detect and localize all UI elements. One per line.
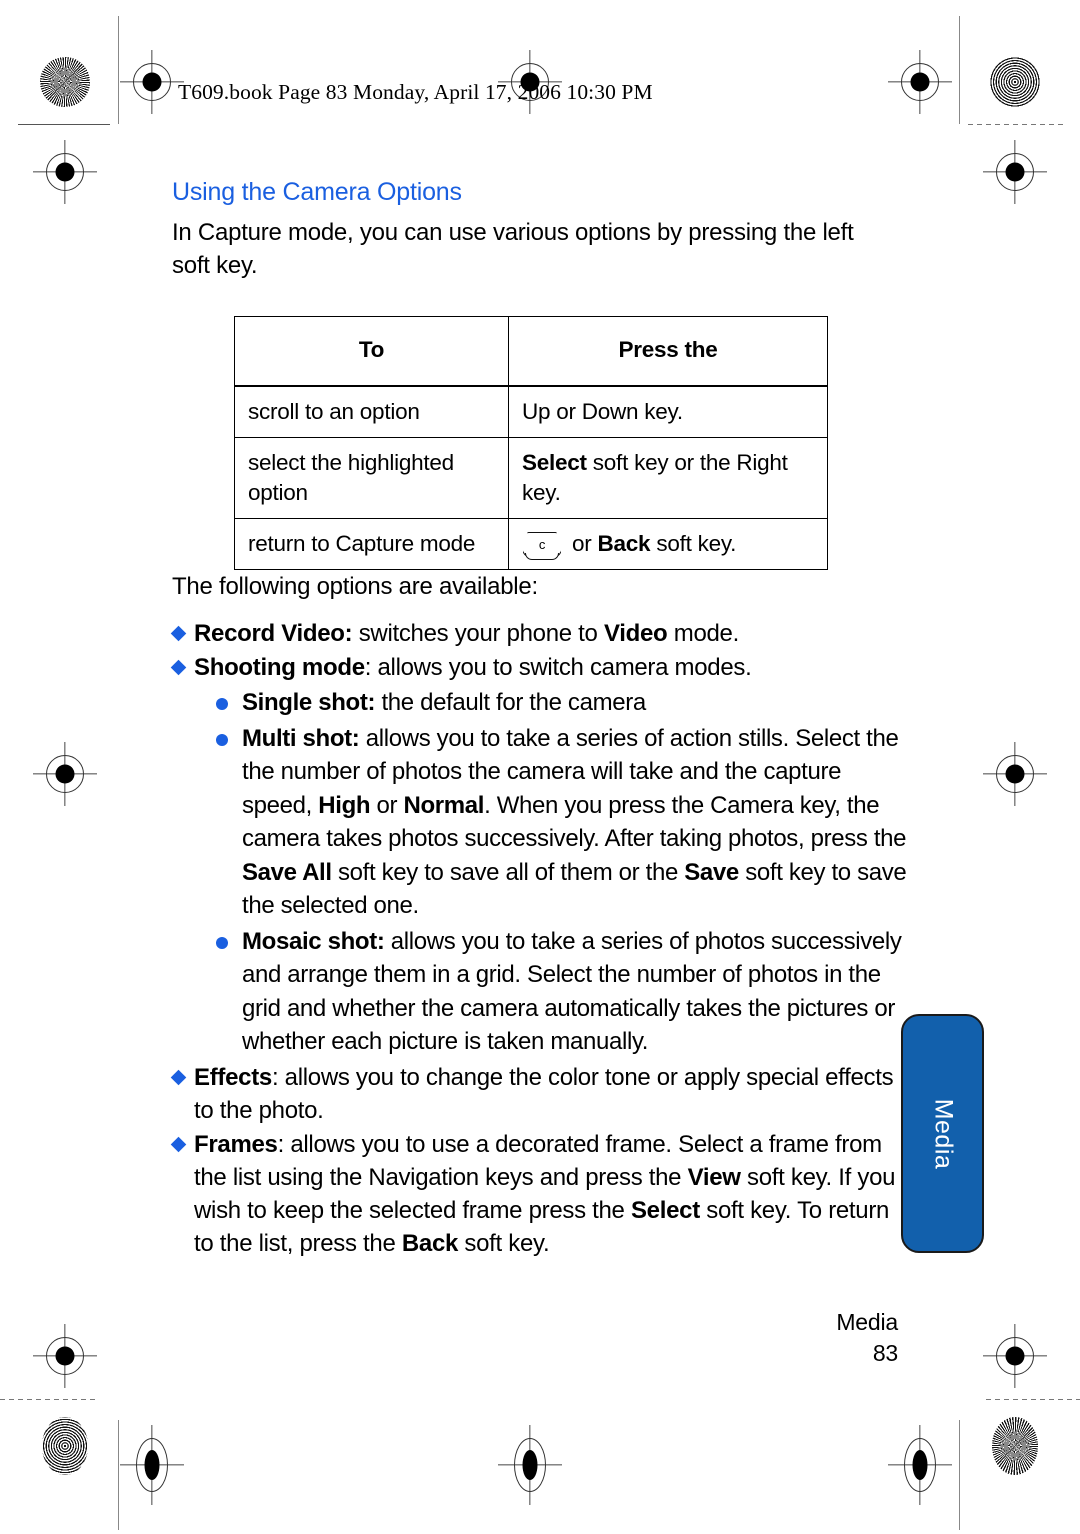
table-row: scroll to an option Up or Down key. [234,385,828,438]
registration-rosette-bottom-right [992,1417,1038,1475]
footer-chapter-name: Media [836,1309,898,1335]
crop-guide-right-vertical [959,16,960,124]
suboption-label: Mosaic shot: [242,927,385,955]
suboption-text: the default for the camera [375,689,646,716]
option-text-4: soft key. [458,1229,550,1257]
camera-options-list: Record Video: switches your phone to Vid… [170,617,912,1260]
list-item-effects: Effects: allows you to change the color … [170,1061,912,1127]
suboption-emphasis-save: Save [684,858,739,886]
diamond-bullet-icon [170,1136,187,1152]
table-cell-to: select the highlighted option [234,437,509,519]
registration-mark-right-upper [983,140,1047,204]
option-emphasis-back: Back [401,1229,459,1257]
suboption-label: Single shot: [242,689,376,716]
registration-mark-left-middle [33,742,97,806]
chapter-side-tab: Media [901,1014,984,1253]
option-label: Frames [194,1130,278,1158]
table-header-row: To Press the [234,316,828,387]
crop-guide-left-vertical-bottom [118,1420,119,1530]
list-item-record-video: Record Video: switches your phone to Vid… [170,617,912,650]
crop-guide-top-right-rule [968,124,1064,125]
table-header-to: To [234,316,509,387]
table-cell-press: c or Back soft key. [508,518,828,570]
circle-bullet-icon [216,936,228,949]
suboption-label: Multi shot: [242,724,360,752]
diamond-bullet-icon [170,1069,187,1085]
registration-mark-right-middle [983,742,1047,806]
option-emphasis-select: Select [630,1196,700,1224]
list-item-shooting-mode: Shooting mode: allows you to switch came… [170,651,912,1059]
table-cell-press: Select soft key or the Right key. [508,437,828,519]
list-item-single-shot: Single shot: the default for the camera [194,686,912,720]
option-label: Shooting mode [194,654,365,681]
page-title: Using the Camera Options [172,178,462,206]
option-text-tail: mode. [667,620,740,647]
page-content: Using the Camera Options In Capture mode… [170,178,912,1261]
intro-paragraph: In Capture mode, you can use various opt… [172,219,854,279]
diamond-bullet-icon [170,659,187,676]
option-emphasis: Video [603,620,668,647]
list-item-multi-shot: Multi shot: allows you to take a series … [194,722,912,923]
circle-bullet-icon [216,733,228,746]
registration-mark-left-lower [33,1324,97,1388]
registration-mark-bottom-right [888,1425,952,1505]
registration-mark-right-lower [983,1324,1047,1388]
table-row: return to Capture mode c or Back soft ke… [234,518,828,570]
option-emphasis-view: View [687,1163,741,1191]
suboption-text-4: soft key to save all of them or the [331,858,685,886]
crop-guide-bottom-right-rule [986,1399,1080,1400]
crop-guide-top-left-rule [18,124,110,125]
shooting-mode-sublist: Single shot: the default for the camera … [194,686,912,1059]
circle-bullet-icon [216,698,228,710]
diamond-bullet-icon [170,625,187,642]
registration-rosette-bottom-left [42,1417,88,1475]
option-text: : allows you to change the color tone or… [194,1063,894,1124]
option-text: : allows you to switch camera modes. [364,654,752,681]
suboption-emphasis-normal: Normal [403,791,485,819]
registration-mark-top-left [120,50,184,114]
footer-page-number: 83 [872,1340,898,1366]
page-footer: Media 83 [836,1307,898,1369]
registration-mark-top-right [888,50,952,114]
clear-key-icon: c [522,532,562,560]
registration-mark-bottom-left [120,1425,184,1505]
option-label: Record Video: [194,620,353,647]
press-rest-text: soft key. [650,531,737,556]
registration-rosette-top-left [40,57,90,107]
table-header-press: Press the [508,316,828,387]
suboption-emphasis-high: High [318,791,371,819]
table-cell-to: scroll to an option [234,385,509,438]
chapter-side-tab-label: Media [929,1098,957,1169]
list-item-frames: Frames: allows you to use a decorated fr… [170,1128,912,1260]
crop-guide-bottom-left-rule [0,1399,96,1400]
list-item-mosaic-shot: Mosaic shot: allows you to take a series… [194,925,912,1059]
crop-guide-left-vertical [118,16,119,124]
table-cell-press: Up or Down key. [508,385,828,438]
available-options-paragraph: The following options are available: [172,573,538,600]
registration-mark-bottom-center [498,1425,562,1505]
suboption-emphasis-save-all: Save All [242,858,332,886]
table-row: select the highlighted option Select sof… [234,437,828,519]
clear-key-label: c [538,537,546,552]
registration-rosette-top-right [990,57,1040,107]
camera-options-table: To Press the scroll to an option Up or D… [234,316,828,570]
press-mid-text: or [566,531,598,556]
suboption-text-2: or [370,791,404,819]
option-label: Effects [194,1063,272,1091]
crop-guide-right-vertical-bottom [959,1420,960,1530]
softkey-select-label: Select [522,450,587,475]
registration-mark-left-upper [33,140,97,204]
softkey-back-label: Back [597,531,651,556]
document-header-line: T609.book Page 83 Monday, April 17, 2006… [178,80,653,104]
option-text: switches your phone to [352,620,604,647]
table-cell-to: return to Capture mode [234,518,509,570]
